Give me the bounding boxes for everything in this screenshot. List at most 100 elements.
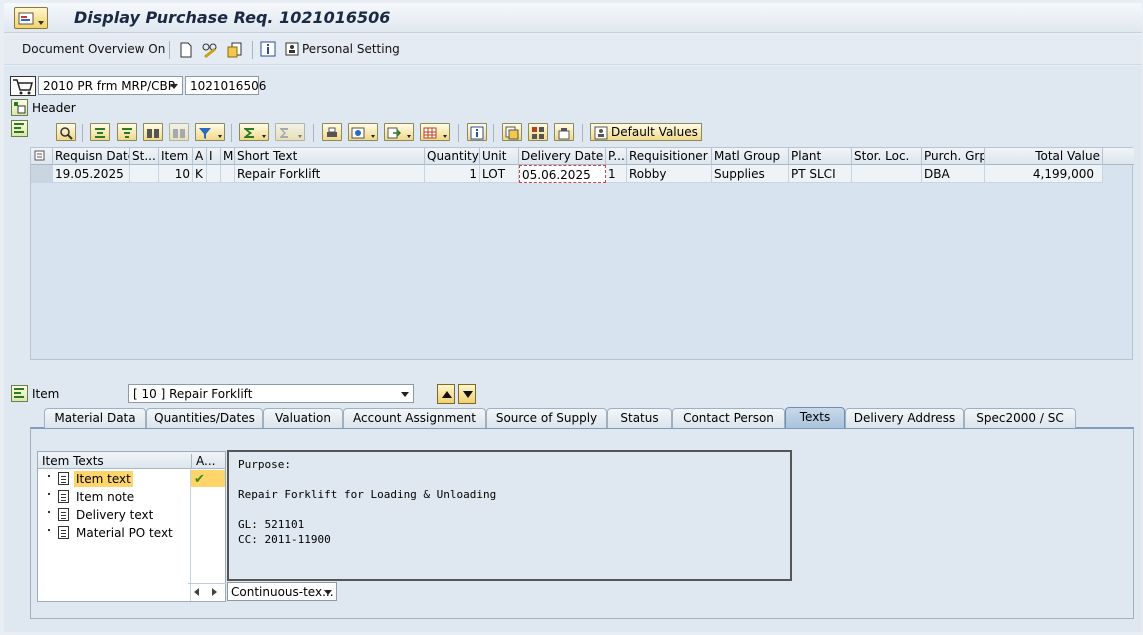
tab-material-data[interactable]: Material Data [44,408,146,428]
tab-spec2000-sc[interactable]: Spec2000 / SC [964,408,1076,428]
expand-header-icon[interactable] [11,99,28,116]
find-next-icon[interactable] [169,123,189,141]
cell-acct-cat[interactable]: K [193,165,207,183]
tree-item-label: Material PO text [76,526,173,540]
tab-status[interactable]: Status [607,408,672,428]
find-icon[interactable] [143,123,163,141]
tree-item-label: Item text [74,471,133,487]
cell-matl-group[interactable]: Supplies [712,165,789,183]
tab-source-of-supply[interactable]: Source of Supply [486,408,607,428]
personal-setting-button[interactable]: Personal Setting [302,42,400,56]
info-icon[interactable] [260,41,276,57]
items-grid: Requisn Date St... Item A I Ma Short Tex… [30,147,1134,360]
cell-material[interactable] [221,165,235,183]
col-delivery-date[interactable]: Delivery Date [519,148,606,165]
document-icon [58,490,69,503]
col-status[interactable]: St... [130,148,159,165]
table-row[interactable]: 19.05.2025 10 K Repair Forklift 1 LOT 05… [31,165,1134,183]
previous-item-button[interactable] [437,384,455,404]
col-requisn-date[interactable]: Requisn Date [53,148,130,165]
text-editor-content[interactable]: Purpose: Repair Forklift for Loading & U… [238,457,496,547]
default-values-button[interactable]: Default Values [590,123,702,141]
cell-requisitioner[interactable]: Robby [627,165,712,183]
col-priority[interactable]: P... [606,148,627,165]
delete-line-icon[interactable] [528,123,548,141]
tab-texts[interactable]: Texts [785,407,845,428]
cell-quantity[interactable]: 1 [425,165,480,183]
views-icon[interactable] [348,123,378,141]
col-item[interactable]: Item [159,148,193,165]
col-matl-group[interactable]: Matl Group [712,148,789,165]
sort-descending-icon[interactable] [117,123,137,141]
row-selector[interactable] [31,165,53,183]
new-document-icon[interactable] [179,42,193,58]
tab-delivery-address[interactable]: Delivery Address [845,408,964,428]
col-requisitioner[interactable]: Requisitioner [627,148,712,165]
col-short-text[interactable]: Short Text [235,148,425,165]
col-material[interactable]: Ma [221,148,235,165]
document-type-select[interactable]: 2010 PR frm MRP/CBP [38,76,183,95]
cell-item[interactable]: 10 [159,165,193,183]
tree-item-item-note[interactable]: Item note [38,488,225,506]
tree-header: Item Texts A... [38,452,225,469]
application-toolbar: Document Overview On Personal Setting [4,35,1142,65]
change-display-icon[interactable] [201,41,219,59]
cell-unit[interactable]: LOT [480,165,519,183]
copy-line-icon[interactable] [502,123,522,141]
item-select[interactable]: [ 10 ] Repair Forklift [128,384,414,403]
tree-bullet [48,475,50,477]
tree-horizontal-scroll[interactable] [188,583,226,601]
select-all-icon[interactable] [31,148,53,165]
cell-requisn-date[interactable]: 19.05.2025 [53,165,130,183]
col-item-cat[interactable]: I [207,148,221,165]
check-icon[interactable] [554,123,574,141]
cell-total-value[interactable]: 4,199,000 [985,165,1103,183]
cell-stor-loc[interactable] [852,165,922,183]
collapse-item-detail-icon[interactable] [11,385,28,402]
other-document-icon[interactable] [226,41,244,59]
cart-icon[interactable] [10,76,36,96]
grid-toolbar: Default Values [30,121,1133,143]
col-plant[interactable]: Plant [789,148,852,165]
tree-bullet [48,511,50,513]
cell-plant[interactable]: PT SLCI [789,165,852,183]
tab-contact-person[interactable]: Contact Person [672,408,785,428]
cell-item-cat[interactable] [207,165,221,183]
layout-icon[interactable] [420,123,450,141]
col-quantity[interactable]: Quantity [425,148,480,165]
export-icon[interactable] [384,123,414,141]
text-editor[interactable]: Purpose: Repair Forklift for Loading & U… [227,450,792,581]
tab-valuation[interactable]: Valuation [263,408,343,428]
cell-status[interactable] [130,165,159,183]
print-icon[interactable] [322,123,342,141]
tree-item-material-po-text[interactable]: Material PO text [38,524,225,542]
col-unit[interactable]: Unit [480,148,519,165]
next-item-button[interactable] [458,384,476,404]
personal-setting-icon[interactable] [285,41,301,57]
filter-icon[interactable] [195,123,225,141]
scroll-right-icon[interactable] [212,588,217,596]
sum-icon[interactable] [239,123,269,141]
collapse-items-icon[interactable] [11,120,28,137]
grid-info-icon[interactable] [467,123,487,141]
text-format-select[interactable]: Continuous-tex... [227,582,337,601]
col-purch-grp[interactable]: Purch. Grp [922,148,985,165]
menu-icon[interactable] [14,7,48,29]
col-acct-cat[interactable]: A [193,148,207,165]
tab-account-assignment[interactable]: Account Assignment [343,408,486,428]
header-label: Header [32,101,76,115]
sort-ascending-icon[interactable] [90,123,110,141]
scroll-left-icon[interactable] [194,588,199,596]
cell-delivery-date[interactable]: 05.06.2025 [519,165,606,183]
col-total-value[interactable]: Total Value [985,148,1103,165]
details-icon[interactable] [56,123,76,141]
cell-priority[interactable]: 1 [606,165,627,183]
tab-quantities-dates[interactable]: Quantities/Dates [146,408,263,428]
cell-short-text[interactable]: Repair Forklift [235,165,425,183]
subtotal-icon[interactable] [275,123,305,141]
col-stor-loc[interactable]: Stor. Loc. [852,148,922,165]
document-overview-button[interactable]: Document Overview On [22,42,165,56]
tree-item-delivery-text[interactable]: Delivery text [38,506,225,524]
cell-purch-grp[interactable]: DBA [922,165,985,183]
document-number-field[interactable]: 1021016506 [185,76,266,95]
